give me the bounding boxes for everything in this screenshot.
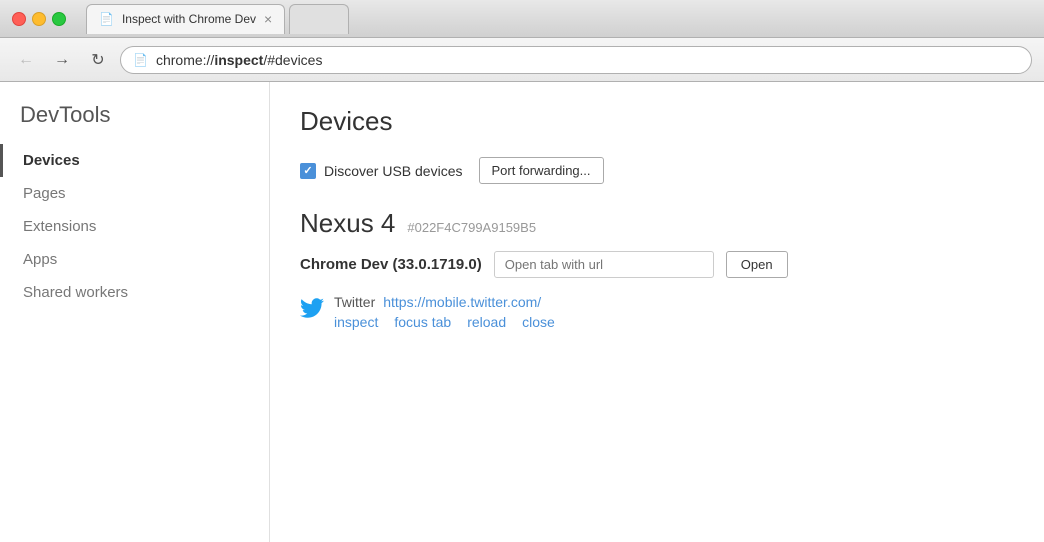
sidebar-item-pages[interactable]: Pages bbox=[0, 177, 269, 210]
page-title: Devices bbox=[300, 106, 1014, 137]
port-forwarding-button[interactable]: Port forwarding... bbox=[479, 157, 604, 184]
tab-close-button[interactable]: × bbox=[264, 11, 272, 27]
device-name-row: Nexus 4 #022F4C799A9159B5 bbox=[300, 208, 1014, 239]
sidebar-item-apps[interactable]: Apps bbox=[0, 243, 269, 276]
tab-bar: 📄 Inspect with Chrome Dev × bbox=[86, 4, 349, 34]
device-id: #022F4C799A9159B5 bbox=[407, 220, 536, 235]
open-tab-url-input[interactable] bbox=[494, 251, 714, 278]
close-link[interactable]: close bbox=[522, 314, 555, 330]
address-text: chrome://inspect/#devices bbox=[156, 52, 323, 68]
active-tab[interactable]: 📄 Inspect with Chrome Dev × bbox=[86, 4, 285, 34]
traffic-lights bbox=[12, 12, 66, 26]
sidebar-item-shared-workers[interactable]: Shared workers bbox=[0, 276, 269, 309]
twitter-icon bbox=[300, 296, 324, 320]
site-name-twitter: Twitter bbox=[334, 294, 375, 310]
site-url-twitter[interactable]: https://mobile.twitter.com/ bbox=[383, 294, 541, 310]
main-content: DevTools Devices Pages Extensions Apps S… bbox=[0, 82, 1044, 542]
browser-label: Chrome Dev (33.0.1719.0) bbox=[300, 256, 482, 273]
open-tab-button[interactable]: Open bbox=[726, 251, 788, 278]
focus-tab-link[interactable]: focus tab bbox=[394, 314, 451, 330]
inspect-link[interactable]: inspect bbox=[334, 314, 378, 330]
tab-title: Inspect with Chrome Dev bbox=[122, 12, 256, 26]
page-icon: 📄 bbox=[133, 53, 148, 67]
minimize-button[interactable] bbox=[32, 12, 46, 26]
site-row-twitter: Twitter https://mobile.twitter.com/ insp… bbox=[300, 294, 1014, 330]
nav-bar: ← → ↻ 📄 chrome://inspect/#devices bbox=[0, 38, 1044, 82]
site-actions-twitter: inspect focus tab reload close bbox=[334, 314, 555, 330]
sidebar: DevTools Devices Pages Extensions Apps S… bbox=[0, 82, 270, 542]
title-bar: 📄 Inspect with Chrome Dev × bbox=[0, 0, 1044, 38]
forward-button[interactable]: → bbox=[48, 46, 76, 74]
address-bar[interactable]: 📄 chrome://inspect/#devices bbox=[120, 46, 1032, 74]
maximize-button[interactable] bbox=[52, 12, 66, 26]
close-button[interactable] bbox=[12, 12, 26, 26]
content-area: Devices ✓ Discover USB devices Port forw… bbox=[270, 82, 1044, 542]
sidebar-title: DevTools bbox=[0, 102, 269, 144]
back-button[interactable]: ← bbox=[12, 46, 40, 74]
tab-page-icon: 📄 bbox=[99, 12, 114, 26]
site-name-url-row: Twitter https://mobile.twitter.com/ bbox=[334, 294, 555, 310]
sidebar-item-extensions[interactable]: Extensions bbox=[0, 210, 269, 243]
checkbox-check-icon: ✓ bbox=[303, 164, 312, 177]
device-name: Nexus 4 bbox=[300, 208, 395, 239]
discover-usb-row: ✓ Discover USB devices Port forwarding..… bbox=[300, 157, 1014, 184]
discover-usb-checkbox-wrapper: ✓ Discover USB devices bbox=[300, 163, 463, 179]
sidebar-item-devices[interactable]: Devices bbox=[0, 144, 269, 177]
chrome-dev-row: Chrome Dev (33.0.1719.0) Open bbox=[300, 251, 1014, 278]
new-tab-placeholder[interactable] bbox=[289, 4, 349, 34]
site-info-twitter: Twitter https://mobile.twitter.com/ insp… bbox=[334, 294, 555, 330]
reload-button[interactable]: ↻ bbox=[84, 46, 112, 74]
discover-usb-label: Discover USB devices bbox=[324, 163, 463, 179]
discover-usb-checkbox[interactable]: ✓ bbox=[300, 163, 316, 179]
reload-link[interactable]: reload bbox=[467, 314, 506, 330]
